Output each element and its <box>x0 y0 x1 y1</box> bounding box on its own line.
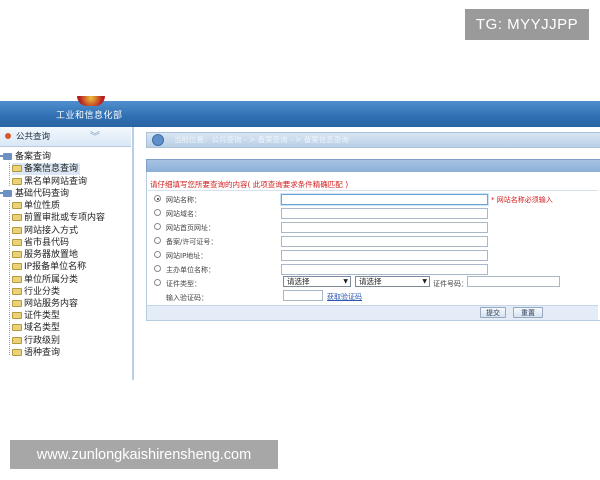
tree-item-label: 服务器放置地 <box>24 250 79 260</box>
dropdown-arrow-icon: ▼ <box>422 278 427 285</box>
tree-item-region-code[interactable]: 省市县代码 <box>12 237 69 249</box>
tree-item-filing-info-query[interactable]: 备案信息查询 <box>12 163 81 175</box>
tree-item-label: 网站服务内容 <box>24 299 79 309</box>
radio-cert-type[interactable] <box>154 279 161 286</box>
tree-item-pre-approval[interactable]: 前置审批或专项内容 <box>12 212 105 224</box>
cert-type-select-1[interactable]: 请选择 ▼ <box>283 276 351 287</box>
tree-item-ip-unit-name[interactable]: IP报备单位名称 <box>12 261 86 273</box>
bullet-icon <box>5 133 11 139</box>
site-title: 工业和信息化部 <box>56 111 123 121</box>
collapse-chevron-icon[interactable]: ︾ <box>90 128 100 143</box>
site-name-input[interactable] <box>281 194 488 205</box>
tree-item-service-content[interactable]: 网站服务内容 <box>12 298 78 310</box>
page-icon <box>12 214 22 221</box>
field-label: 备案/许可证号： <box>166 238 218 246</box>
tree-item-label: 黑名单网站查询 <box>24 177 88 187</box>
page-icon <box>12 312 22 319</box>
tree-item-label: 备案信息查询 <box>24 164 79 174</box>
tree-item-label: IP报备单位名称 <box>24 262 87 272</box>
tree-item-label: 单位所属分类 <box>24 275 79 285</box>
dropdown-arrow-icon: ▼ <box>343 278 348 285</box>
field-label: 主办单位名称： <box>166 266 215 274</box>
form-notice: 请仔细填写您所要查询的内容( 此项查询要求条件精确匹配 ) <box>150 180 349 189</box>
tree-item-label: 网站接入方式 <box>24 226 79 236</box>
page-icon <box>12 178 22 185</box>
radio-ip-address[interactable] <box>154 251 161 258</box>
tree-item-access-method[interactable]: 网站接入方式 <box>12 225 78 237</box>
radio-license-number[interactable] <box>154 237 161 244</box>
required-hint: * 网站名称必须输入 <box>491 196 553 204</box>
breadcrumb-text: 当前位置：公共查询 - > 备案查询 - > 备案信息查询 <box>174 135 349 144</box>
tree-item-blacklist-query[interactable]: 黑名单网站查询 <box>12 176 87 188</box>
select-value: 请选择 <box>359 277 382 286</box>
sidebar-header[interactable]: 公共查询 ︾ <box>0 127 131 147</box>
tree-group-filing-query[interactable]: 备案查询 <box>0 151 52 163</box>
field-label: 证件类型： <box>166 280 201 288</box>
domain-input[interactable] <box>281 208 488 219</box>
folder-icon <box>0 190 12 197</box>
tree-item-cert-type[interactable]: 证件类型 <box>12 310 60 322</box>
page-icon <box>12 337 22 344</box>
cert-type-select-2[interactable]: 请选择 ▼ <box>355 276 430 287</box>
select-value: 请选择 <box>287 277 310 286</box>
reset-button[interactable]: 重置 <box>513 307 543 318</box>
page-icon <box>12 324 22 331</box>
license-number-input[interactable] <box>281 236 488 247</box>
tree-item-server-location[interactable]: 服务器放置地 <box>12 249 78 261</box>
ip-address-input[interactable] <box>281 250 488 261</box>
watermark-url: www.zunlongkaishirensheng.com <box>10 440 278 469</box>
captcha-input[interactable] <box>283 290 323 301</box>
submit-button[interactable]: 提交 <box>480 307 506 318</box>
watermark-badge: TG: MYYJJPP <box>465 9 589 40</box>
radio-homepage-url[interactable] <box>154 223 161 230</box>
cert-number-input[interactable] <box>467 276 560 287</box>
radio-site-name[interactable] <box>154 195 161 202</box>
cert-number-label: 证件号码： <box>433 280 468 288</box>
tree-item-label: 行业分类 <box>24 287 61 297</box>
page-icon <box>12 276 22 283</box>
page-icon <box>12 349 22 356</box>
tree-group-label: 备案查询 <box>15 152 52 162</box>
page-icon <box>12 300 22 307</box>
radio-organizer-name[interactable] <box>154 265 161 272</box>
tree-item-label: 前置审批或专项内容 <box>24 213 106 223</box>
field-label: 网站首页网址： <box>166 224 215 232</box>
field-label: 网站名称： <box>166 196 201 204</box>
field-label: 网站IP地址： <box>166 252 208 260</box>
tree-item-label: 证件类型 <box>24 311 61 321</box>
tree-group-label: 基础代码查询 <box>15 189 70 199</box>
page-icon <box>12 165 22 172</box>
breadcrumb: 当前位置：公共查询 - > 备案查询 - > 备案信息查询 <box>146 132 600 148</box>
tree-item-unit-nature[interactable]: 单位性质 <box>12 200 60 212</box>
tree-item-industry[interactable]: 行业分类 <box>12 286 60 298</box>
get-captcha-link[interactable]: 获取验证码 <box>327 292 362 302</box>
folder-icon <box>0 153 12 160</box>
radio-domain[interactable] <box>154 209 161 216</box>
homepage-url-input[interactable] <box>281 222 488 233</box>
home-icon[interactable] <box>152 134 164 146</box>
field-label: 网站域名： <box>166 210 201 218</box>
tree-item-label: 单位性质 <box>24 201 61 211</box>
sidebar-title: 公共查询 <box>16 132 51 142</box>
divider <box>148 190 598 191</box>
tree-item-label: 行政级别 <box>24 336 61 346</box>
tree-item-admin-level[interactable]: 行政级别 <box>12 335 60 347</box>
tree-item-domain-type[interactable]: 域名类型 <box>12 322 60 334</box>
page-icon <box>12 202 22 209</box>
panel-title-bar <box>146 159 600 173</box>
tree-item-language[interactable]: 语种查询 <box>12 347 60 359</box>
page-icon <box>12 288 22 295</box>
tree-item-label: 语种查询 <box>24 348 61 358</box>
tree-item-unit-category[interactable]: 单位所属分类 <box>12 274 78 286</box>
tree-item-label: 省市县代码 <box>24 238 70 248</box>
page-icon <box>12 251 22 258</box>
tree-group-base-code-query[interactable]: 基础代码查询 <box>0 188 70 200</box>
captcha-label: 输入验证码： <box>166 294 208 302</box>
page-icon <box>12 239 22 246</box>
page-icon <box>12 227 22 234</box>
organizer-name-input[interactable] <box>281 264 488 275</box>
page-icon <box>12 263 22 270</box>
tree-item-label: 域名类型 <box>24 323 61 333</box>
